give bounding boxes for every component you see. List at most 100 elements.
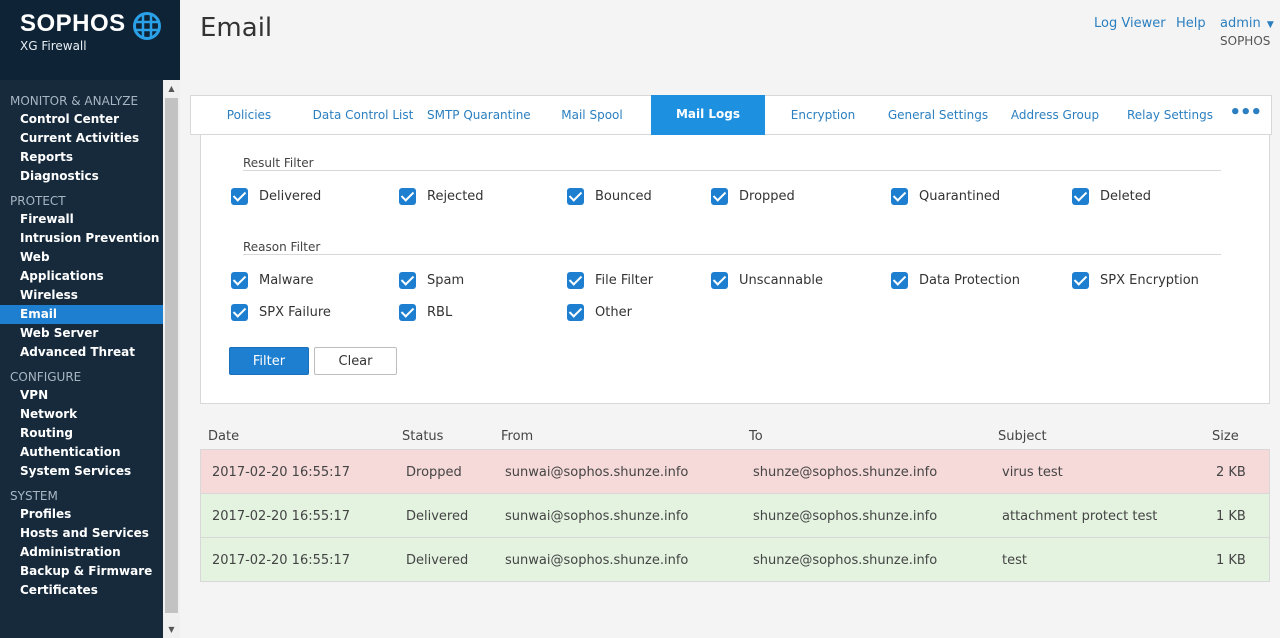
checkbox-checked-icon[interactable] (711, 187, 728, 205)
user-name: admin (1220, 16, 1261, 31)
tab-mail-logs[interactable]: Mail Logs (651, 95, 765, 135)
reason-filter-data-protection-checkbox[interactable]: Data Protection (891, 271, 1020, 289)
cell-subject: attachment protect test (1002, 509, 1158, 524)
sidebar-item-intrusion-prevention[interactable]: Intrusion Prevention (0, 229, 163, 248)
tab-relay-settings[interactable]: Relay Settings (1113, 96, 1227, 134)
result-filter-quarantined-checkbox[interactable]: Quarantined (891, 187, 1000, 205)
result-filter-rejected-checkbox[interactable]: Rejected (399, 187, 484, 205)
sidebar-item-network[interactable]: Network (0, 405, 163, 424)
sidebar-item-diagnostics[interactable]: Diagnostics (0, 167, 163, 186)
result-filter-bounced-checkbox[interactable]: Bounced (567, 187, 652, 205)
filter-button[interactable]: Filter (229, 347, 309, 375)
table-row[interactable]: 2017-02-20 16:55:17 Delivered sunwai@sopho… (200, 538, 1270, 582)
sidebar-item-wireless[interactable]: Wireless (0, 286, 163, 305)
more-tabs-icon[interactable]: ••• (1229, 96, 1262, 134)
cell-from: sunwai@sophos.shunze.info (505, 553, 689, 568)
reason-filter-unscannable-checkbox[interactable]: Unscannable (711, 271, 823, 289)
sidebar-item-reports[interactable]: Reports (0, 148, 163, 167)
divider (243, 170, 1221, 171)
nav-section-title: CONFIGURE (10, 370, 82, 384)
sidebar-item-vpn[interactable]: VPN (0, 386, 163, 405)
result-filter-deleted-checkbox[interactable]: Deleted (1072, 187, 1151, 205)
table-row[interactable]: 2017-02-20 16:55:17 Delivered sunwai@sopho… (200, 494, 1270, 538)
result-filter-delivered-checkbox[interactable]: Delivered (231, 187, 321, 205)
checkbox-label: Quarantined (919, 188, 1001, 204)
checkbox-checked-icon[interactable] (231, 271, 248, 289)
column-header-status[interactable]: Status (402, 429, 443, 444)
sidebar-item-administration[interactable]: Administration (0, 543, 163, 562)
sidebar-item-current-activities[interactable]: Current Activities (0, 129, 163, 148)
user-menu[interactable]: admin ▼ (1220, 16, 1274, 31)
tab-general-settings[interactable]: General Settings (883, 96, 993, 134)
tab-policies[interactable]: Policies (205, 96, 293, 134)
checkbox-checked-icon[interactable] (399, 303, 416, 321)
sidebar-item-hosts-and-services[interactable]: Hosts and Services (0, 524, 163, 543)
reason-filter-other-checkbox[interactable]: Other (567, 303, 632, 321)
sidebar-item-routing[interactable]: Routing (0, 424, 163, 443)
sidebar-item-advanced-threat[interactable]: Advanced Threat (0, 343, 163, 362)
sidebar-scrollbar[interactable]: ▲ ▼ (163, 80, 180, 638)
sidebar-item-applications[interactable]: Applications (0, 267, 163, 286)
table-row[interactable]: 2017-02-20 16:55:17 Dropped sunwai@sophos.… (200, 450, 1270, 494)
checkbox-checked-icon[interactable] (399, 187, 416, 205)
checkbox-label: Malware (259, 272, 314, 288)
reason-filter-spx-failure-checkbox[interactable]: SPX Failure (231, 303, 331, 321)
checkbox-checked-icon[interactable] (567, 187, 584, 205)
tab-mail-spool[interactable]: Mail Spool (547, 96, 637, 134)
sidebar-item-web[interactable]: Web (0, 248, 163, 267)
column-header-size[interactable]: Size (1212, 429, 1239, 444)
reason-filter-spx-encryption-checkbox[interactable]: SPX Encryption (1072, 271, 1199, 289)
help-link[interactable]: Help (1176, 16, 1206, 31)
checkbox-checked-icon[interactable] (567, 303, 584, 321)
checkbox-label: Deleted (1100, 188, 1151, 204)
sidebar-item-email[interactable]: Email (0, 305, 163, 324)
org-name: SOPHOS (1220, 34, 1271, 48)
scroll-up-arrow-icon[interactable]: ▲ (163, 80, 180, 97)
clear-button[interactable]: Clear (314, 347, 397, 375)
checkbox-checked-icon[interactable] (231, 303, 248, 321)
sidebar: SOPHOS XG Firewall MONITOR & ANALYZE Cont… (0, 0, 180, 638)
checkbox-checked-icon[interactable] (231, 187, 248, 205)
tab-address-group[interactable]: Address Group (1005, 96, 1105, 134)
reason-filter-spam-checkbox[interactable]: Spam (399, 271, 464, 289)
sidebar-item-system-services[interactable]: System Services (0, 462, 163, 481)
checkbox-label: Delivered (259, 188, 322, 204)
nav-section-title: SYSTEM (10, 489, 58, 503)
tab-smtp-quarantine[interactable]: SMTP Quarantine (427, 96, 531, 134)
checkbox-label: SPX Failure (259, 304, 331, 320)
sidebar-item-profiles[interactable]: Profiles (0, 505, 163, 524)
reason-filter-malware-checkbox[interactable]: Malware (231, 271, 313, 289)
checkbox-label: Dropped (739, 188, 795, 204)
sidebar-item-firewall[interactable]: Firewall (0, 210, 163, 229)
tab-encryption[interactable]: Encryption (775, 96, 871, 134)
checkbox-checked-icon[interactable] (1072, 187, 1089, 205)
sidebar-item-certificates[interactable]: Certificates (0, 581, 163, 600)
sidebar-item-web-server[interactable]: Web Server (0, 324, 163, 343)
log-viewer-link[interactable]: Log Viewer (1094, 16, 1166, 31)
cell-to: shunze@sophos.shunze.info (753, 553, 938, 568)
column-header-to[interactable]: To (749, 429, 763, 444)
checkbox-checked-icon[interactable] (399, 271, 416, 289)
reason-filter-file-filter-checkbox[interactable]: File Filter (567, 271, 653, 289)
result-filter-dropped-checkbox[interactable]: Dropped (711, 187, 795, 205)
cell-from: sunwai@sophos.shunze.info (505, 465, 689, 480)
sidebar-item-control-center[interactable]: Control Center (0, 110, 163, 129)
reason-filter-rbl-checkbox[interactable]: RBL (399, 303, 452, 321)
checkbox-checked-icon[interactable] (891, 271, 908, 289)
scroll-down-arrow-icon[interactable]: ▼ (163, 621, 180, 638)
checkbox-checked-icon[interactable] (891, 187, 908, 205)
sidebar-item-authentication[interactable]: Authentication (0, 443, 163, 462)
column-header-date[interactable]: Date (208, 429, 239, 444)
column-header-from[interactable]: From (501, 429, 533, 444)
checkbox-checked-icon[interactable] (567, 271, 584, 289)
cell-to: shunze@sophos.shunze.info (753, 465, 938, 480)
column-header-subject[interactable]: Subject (998, 429, 1047, 444)
page-title: Email (200, 13, 273, 43)
checkbox-checked-icon[interactable] (711, 271, 728, 289)
checkbox-checked-icon[interactable] (1072, 271, 1089, 289)
tab-data-control-list[interactable]: Data Control List (305, 96, 421, 134)
scrollbar-thumb[interactable] (165, 98, 178, 613)
table-body: 2017-02-20 16:55:17 Dropped sunwai@sophos.… (200, 450, 1270, 582)
checkbox-label: Spam (427, 272, 465, 288)
sidebar-item-backup-and-firmware[interactable]: Backup & Firmware (0, 562, 163, 581)
